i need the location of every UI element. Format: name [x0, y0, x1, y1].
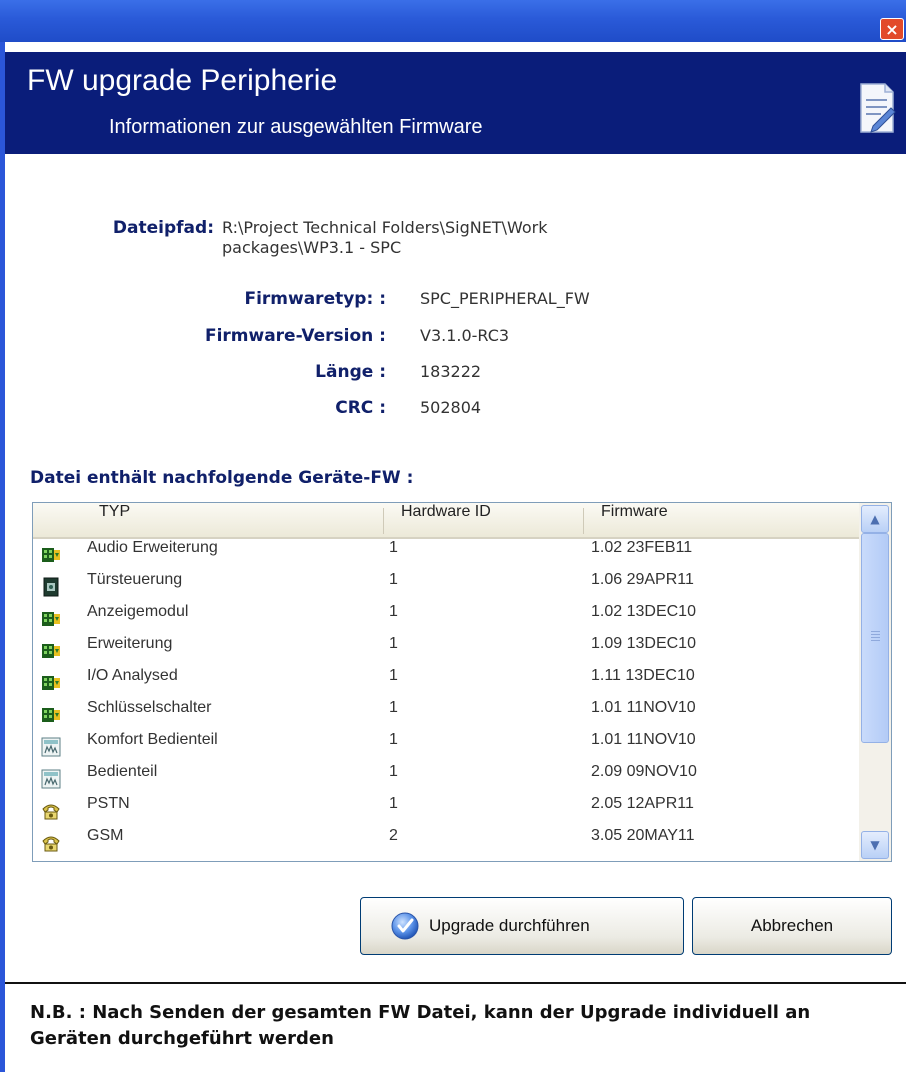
expansion-module-icon	[41, 705, 61, 725]
cell-firmware: 1.06 29APR11	[591, 571, 694, 588]
scroll-up-button[interactable]: ▲	[861, 505, 889, 533]
cell-firmware: 2.05 12APR11	[591, 795, 694, 812]
cell-hardware-id: 1	[389, 731, 398, 748]
cell-type: Schlüsselschalter	[87, 699, 212, 716]
cell-firmware: 3.05 20MAY11	[591, 827, 695, 844]
chevron-down-icon: ▼	[870, 838, 880, 852]
close-button[interactable]: ×	[880, 18, 904, 40]
cancel-button[interactable]: Abbrechen	[692, 897, 892, 955]
door-controller-icon	[41, 577, 61, 597]
table-row[interactable]: Erweiterung 1 1.09 13DEC10	[33, 635, 859, 667]
table-row[interactable]: I/O Analysed 1 1.11 13DEC10	[33, 667, 859, 699]
expansion-module-icon	[41, 609, 61, 629]
table-row[interactable]: Bedienteil 1 2.09 09NOV10	[33, 763, 859, 795]
cell-type: I/O Analysed	[87, 667, 178, 684]
column-header-hardware-id[interactable]: Hardware ID	[401, 503, 581, 537]
expansion-module-icon	[41, 641, 61, 661]
crc-value: 502804	[420, 398, 482, 417]
cell-hardware-id: 1	[389, 795, 398, 812]
cell-hardware-id: 1	[389, 539, 398, 556]
column-divider[interactable]	[583, 508, 584, 534]
cell-hardware-id: 1	[389, 571, 398, 588]
cell-type: PSTN	[87, 795, 130, 812]
check-icon	[391, 912, 419, 940]
expansion-module-icon	[41, 673, 61, 693]
cell-firmware: 1.02 13DEC10	[591, 603, 696, 620]
cell-firmware: 2.09 09NOV10	[591, 763, 697, 780]
scrollbar-thumb[interactable]	[861, 533, 889, 743]
cell-firmware: 1.11 13DEC10	[591, 667, 695, 684]
keypad-icon	[41, 769, 61, 789]
cell-hardware-id: 1	[389, 603, 398, 620]
cell-firmware: 1.01 11NOV10	[591, 699, 696, 716]
column-divider[interactable]	[383, 508, 384, 534]
cell-hardware-id: 1	[389, 635, 398, 652]
cell-type: Türsteuerung	[87, 571, 183, 588]
cell-hardware-id: 1	[389, 763, 398, 780]
telephone-icon	[41, 833, 61, 853]
page-subtitle: Informationen zur ausgewählten Firmware	[109, 116, 483, 138]
cell-firmware: 1.02 23FEB11	[591, 539, 693, 556]
path-label: Dateipfad:	[112, 218, 214, 238]
list-scrollbar[interactable]: ▲ ▼	[859, 503, 891, 861]
firmware-type-value: SPC_PERIPHERAL_FW	[420, 289, 590, 308]
close-icon: ×	[885, 20, 899, 39]
list-rows: Audio Erweiterung 1 1.02 23FEB11 Türsteueru…	[33, 539, 859, 859]
cell-hardware-id: 1	[389, 699, 398, 716]
window-border	[0, 0, 5, 1072]
cell-firmware: 1.09 13DEC10	[591, 635, 696, 652]
table-row[interactable]: GSM 2 3.05 20MAY11	[33, 827, 859, 859]
column-header-firmware[interactable]: Firmware	[601, 503, 841, 537]
upgrade-button-label: Upgrade durchführen	[429, 916, 590, 935]
expansion-module-icon	[41, 545, 61, 565]
fw-upgrade-dialog: × FW upgrade Peripherie Informationen zu…	[0, 0, 906, 1072]
length-value: 183222	[420, 362, 482, 381]
list-header: TYP Hardware ID Firmware	[33, 503, 859, 539]
page-title: FW upgrade Peripherie	[27, 64, 338, 97]
cell-hardware-id: 1	[389, 667, 398, 684]
document-edit-icon	[860, 83, 896, 133]
cell-type: Anzeigemodul	[87, 603, 189, 620]
cell-firmware: 1.01 11NOV10	[591, 731, 696, 748]
cancel-button-label: Abbrechen	[750, 916, 834, 935]
firmware-type-label: Firmwaretyp: :	[244, 289, 386, 309]
dialog-header: FW upgrade Peripherie Informationen zur …	[5, 52, 906, 154]
scroll-down-button[interactable]: ▼	[861, 831, 889, 859]
cell-type: GSM	[87, 827, 124, 844]
divider	[5, 982, 906, 984]
cell-type: Erweiterung	[87, 635, 173, 652]
cell-type: Bedienteil	[87, 763, 158, 780]
table-row[interactable]: Anzeigemodul 1 1.02 13DEC10	[33, 603, 859, 635]
chevron-up-icon: ▲	[870, 512, 880, 526]
column-header-type[interactable]: TYP	[99, 503, 379, 537]
grip-icon	[871, 631, 880, 643]
firmware-version-label: Firmware-Version :	[204, 326, 386, 346]
table-row[interactable]: Schlüsselschalter 1 1.01 11NOV10	[33, 699, 859, 731]
cell-type: Komfort Bedienteil	[87, 731, 218, 748]
title-bar[interactable]: ×	[0, 0, 906, 42]
telephone-icon	[41, 801, 61, 821]
device-list-title: Datei enthält nachfolgende Geräte-FW :	[30, 468, 414, 488]
note-text: N.B. : Nach Senden der gesamten FW Datei…	[30, 1002, 811, 1049]
cell-type: Audio Erweiterung	[87, 539, 218, 556]
device-firmware-list[interactable]: TYP Hardware ID Firmware Audio Erweiteru…	[32, 502, 892, 862]
table-row[interactable]: Komfort Bedienteil 1 1.01 11NOV10	[33, 731, 859, 763]
table-row[interactable]: Türsteuerung 1 1.06 29APR11	[33, 571, 859, 603]
table-row[interactable]: PSTN 1 2.05 12APR11	[33, 795, 859, 827]
firmware-version-value: V3.1.0-RC3	[420, 326, 510, 345]
table-row[interactable]: Audio Erweiterung 1 1.02 23FEB11	[33, 539, 859, 571]
path-value: R:\Project Technical Folders\SigNET\Work…	[222, 218, 548, 257]
upgrade-button[interactable]: Upgrade durchführen	[360, 897, 684, 955]
crc-label: CRC :	[335, 398, 386, 418]
length-label: Länge :	[315, 362, 386, 382]
keypad-icon	[41, 737, 61, 757]
cell-hardware-id: 2	[389, 827, 398, 844]
